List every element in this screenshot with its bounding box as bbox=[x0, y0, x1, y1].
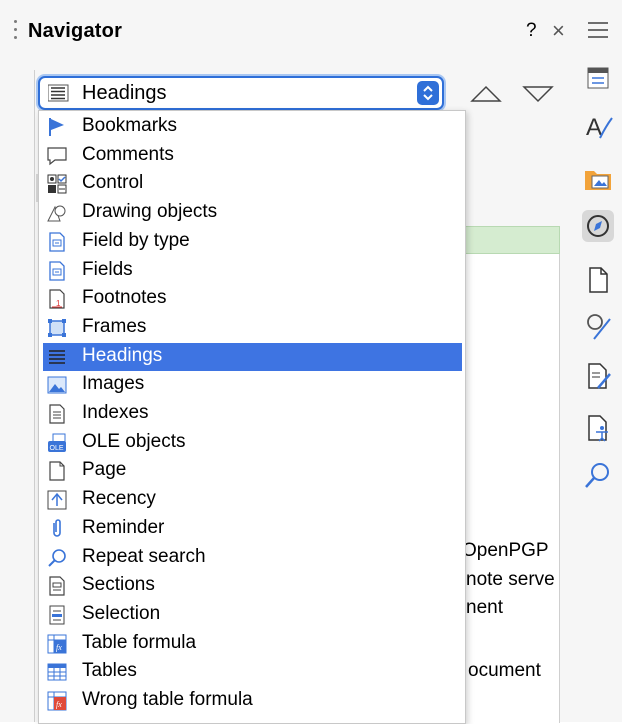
dropdown-item-recency[interactable]: Recency bbox=[39, 486, 463, 515]
previous-heading-button[interactable] bbox=[470, 84, 502, 104]
dropdown-item-comments[interactable]: Comments bbox=[39, 142, 463, 171]
dropdown-item-label: Tables bbox=[82, 660, 137, 682]
dropdown-item-label: Fields bbox=[82, 258, 133, 280]
dropdown-item-label: Control bbox=[82, 172, 144, 194]
control-icon bbox=[47, 174, 67, 194]
dropdown-item-label: Sections bbox=[82, 574, 155, 596]
dropdown-item-label: Footnotes bbox=[82, 287, 167, 309]
frames-icon bbox=[47, 318, 67, 338]
table-formula-icon: fx bbox=[47, 634, 67, 654]
ole-objects-icon: OLE bbox=[47, 433, 67, 453]
styles-icon[interactable]: A bbox=[582, 110, 614, 142]
navigator-panel: Navigator ? × OpenPGP note serve nent oc… bbox=[0, 0, 574, 724]
svg-text:OLE: OLE bbox=[50, 445, 64, 452]
panel-title: Navigator bbox=[28, 20, 123, 42]
dropdown-item-label: OLE objects bbox=[82, 430, 186, 452]
headings-icon bbox=[47, 347, 67, 367]
comment-bubble-icon bbox=[47, 146, 67, 166]
svg-text:fx: fx bbox=[56, 700, 62, 709]
sections-icon bbox=[47, 576, 67, 596]
tree-text-fragment: ocument bbox=[468, 660, 541, 681]
dropdown-item-fields[interactable]: Fields bbox=[39, 257, 463, 286]
dropdown-item-indexes[interactable]: Indexes bbox=[39, 400, 463, 429]
style-inspector-icon[interactable] bbox=[582, 310, 614, 342]
page-icon[interactable] bbox=[582, 264, 614, 296]
navigator-icon[interactable] bbox=[582, 210, 614, 242]
next-heading-button[interactable] bbox=[522, 84, 554, 104]
svg-text:fx: fx bbox=[56, 643, 62, 652]
page-icon bbox=[47, 461, 67, 481]
dropdown-item-repeat-search[interactable]: Repeat search bbox=[39, 544, 463, 573]
navigate-by-dropdown-list[interactable]: Bookmarks Comments Control Drawing objects F… bbox=[38, 110, 466, 724]
dropdown-item-label: Wrong table formula bbox=[82, 689, 253, 710]
dropdown-item-label: Repeat search bbox=[82, 545, 206, 567]
dropdown-item-label: Images bbox=[82, 373, 145, 395]
tree-text-fragment: nent bbox=[466, 597, 503, 618]
dropdown-item-label: Selection bbox=[82, 602, 161, 624]
dropdown-item-sections[interactable]: Sections bbox=[39, 572, 463, 601]
dropdown-item-images[interactable]: Images bbox=[39, 371, 463, 400]
dropdown-item-wrong-table-formula[interactable]: fx Wrong table formula bbox=[39, 687, 463, 716]
properties-icon[interactable] bbox=[582, 62, 614, 94]
selection-icon bbox=[47, 605, 67, 625]
headings-icon bbox=[48, 84, 69, 102]
wrong-table-formula-icon: fx bbox=[47, 691, 67, 711]
dropdown-item-reminder[interactable]: Reminder bbox=[39, 515, 463, 544]
dropdown-item-label: Comments bbox=[82, 143, 174, 165]
dropdown-item-label: Field by type bbox=[82, 229, 190, 251]
tables-icon bbox=[47, 662, 67, 682]
find-icon[interactable] bbox=[582, 460, 614, 492]
dropdown-item-drawing-objects[interactable]: Drawing objects bbox=[39, 199, 463, 228]
reminder-clip-icon bbox=[47, 519, 67, 539]
manage-changes-icon[interactable] bbox=[582, 360, 614, 392]
dropdown-item-selection[interactable]: Selection bbox=[39, 601, 463, 630]
bookmark-flag-icon bbox=[47, 117, 67, 137]
dropdown-item-page[interactable]: Page bbox=[39, 457, 463, 486]
dropdown-item-label: Headings bbox=[82, 344, 163, 366]
navigate-by-combobox[interactable]: Headings bbox=[38, 76, 444, 110]
fields-icon bbox=[47, 260, 67, 281]
dropdown-item-tables[interactable]: Tables bbox=[39, 658, 463, 687]
help-button[interactable]: ? bbox=[526, 20, 537, 42]
dropdown-item-control[interactable]: Control bbox=[39, 170, 463, 199]
tree-text-fragment: note serve bbox=[466, 569, 555, 590]
dropdown-item-frames[interactable]: Frames bbox=[39, 314, 463, 343]
dropdown-item-label: Frames bbox=[82, 315, 147, 337]
repeat-search-icon bbox=[47, 548, 67, 568]
combobox-arrows-icon[interactable] bbox=[417, 81, 439, 105]
field-by-type-icon bbox=[47, 232, 67, 252]
panel-left-divider bbox=[34, 70, 35, 722]
dropdown-item-label: Drawing objects bbox=[82, 201, 218, 223]
combobox-value: Headings bbox=[82, 82, 167, 104]
dropdown-item-bookmarks[interactable]: Bookmarks bbox=[39, 113, 463, 142]
dropdown-item-ole-objects[interactable]: OLE OLE objects bbox=[39, 429, 463, 458]
dropdown-item-field-by-type[interactable]: Field by type bbox=[39, 228, 463, 257]
images-icon bbox=[47, 375, 67, 395]
dropdown-item-label: Reminder bbox=[82, 516, 165, 538]
indexes-icon bbox=[47, 404, 67, 424]
footnotes-icon: 1 bbox=[47, 289, 67, 309]
navigator-titlebar: Navigator ? × bbox=[0, 0, 574, 70]
close-button[interactable]: × bbox=[552, 18, 565, 44]
dropdown-item-footnotes[interactable]: 1 Footnotes bbox=[39, 285, 463, 314]
dropdown-item-label: Recency bbox=[82, 488, 156, 510]
sidebar-deck: A bbox=[574, 0, 622, 722]
tree-text-fragment: OpenPGP bbox=[462, 540, 549, 561]
sidebar-menu-icon[interactable] bbox=[588, 22, 608, 43]
dropdown-item-table-formula[interactable]: fx Table formula bbox=[39, 630, 463, 659]
drag-grip-icon[interactable] bbox=[14, 20, 18, 46]
dropdown-item-label: Indexes bbox=[82, 402, 149, 423]
drawing-objects-icon bbox=[47, 203, 67, 223]
recency-icon bbox=[47, 490, 67, 510]
dropdown-item-headings[interactable]: Headings bbox=[43, 342, 462, 372]
accessibility-check-icon[interactable] bbox=[582, 412, 614, 444]
dropdown-item-label: Page bbox=[82, 459, 127, 481]
gallery-icon[interactable] bbox=[582, 162, 614, 194]
dropdown-item-label: Table formula bbox=[82, 631, 197, 653]
dropdown-item-label: Bookmarks bbox=[82, 115, 178, 136]
